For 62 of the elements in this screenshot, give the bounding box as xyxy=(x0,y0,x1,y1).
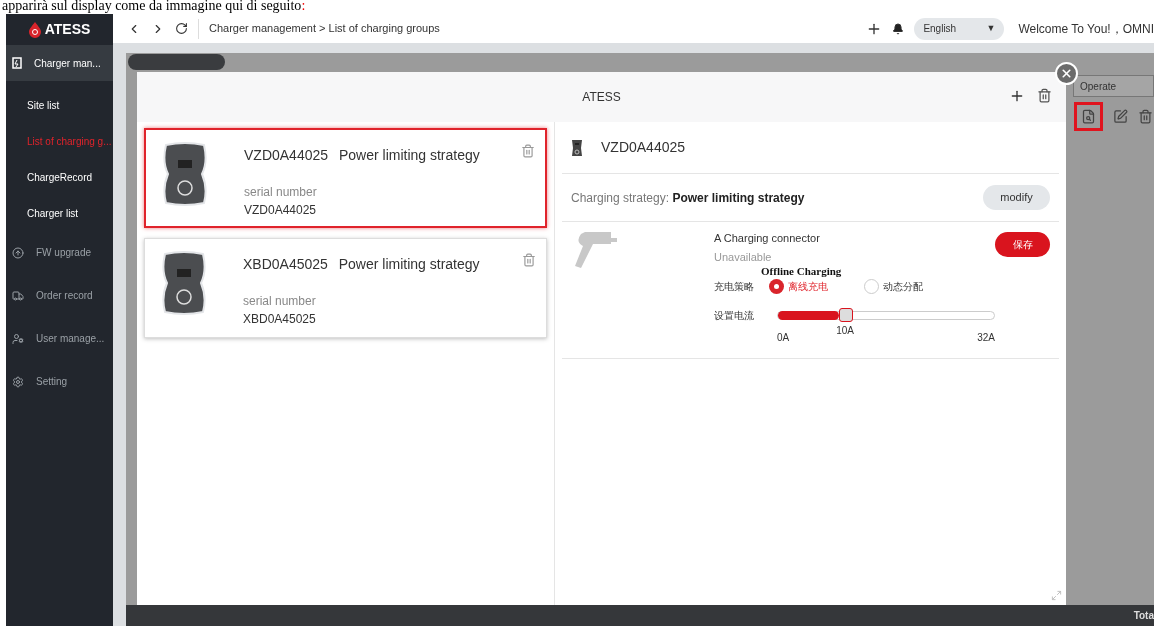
column-header: Operate xyxy=(1073,75,1154,97)
delete-icon[interactable] xyxy=(1037,88,1052,103)
search-field[interactable] xyxy=(128,54,225,70)
slider-thumb[interactable] xyxy=(838,308,853,322)
strategy-label: 充电策略 xyxy=(714,280,755,294)
add-icon[interactable] xyxy=(1009,88,1025,104)
radio-option[interactable]: 离线充电 xyxy=(769,279,864,294)
connector-name: A Charging connector xyxy=(714,231,821,246)
logo-text: ATESS xyxy=(44,20,91,39)
serial-label: serial number xyxy=(243,293,317,310)
view-button[interactable] xyxy=(1074,102,1103,131)
upload-icon xyxy=(12,246,24,259)
nav-item[interactable]: Charger man... xyxy=(6,45,113,81)
serial-label: serial number xyxy=(244,184,318,201)
charger-card[interactable]: XBD0A45025 Power limiting strategy serial number XBD0A45025 xyxy=(144,238,547,338)
radio-option[interactable]: 动态分配 xyxy=(864,279,959,294)
caret-icon: ▼ xyxy=(986,21,996,36)
detail-serial: VZD0A44025 xyxy=(601,138,686,157)
nav-item[interactable]: FW upgrade xyxy=(6,231,113,274)
slider-fill[interactable] xyxy=(778,311,839,320)
charger-title: XBD0A45025 Power limiting strategy xyxy=(243,255,480,274)
welcome-text: Welcome To You!，OMNI xyxy=(1018,20,1154,38)
connector-status: Unavailable xyxy=(714,249,773,265)
nav-subitem[interactable]: ChargeRecord xyxy=(6,159,113,195)
nav-item[interactable]: Setting xyxy=(6,360,113,403)
delete-icon[interactable] xyxy=(522,253,536,267)
serial-value: XBD0A45025 xyxy=(243,311,317,328)
truck-icon xyxy=(12,289,24,302)
charger-icon xyxy=(12,57,22,69)
charger-icon xyxy=(162,142,208,206)
charger-icon xyxy=(571,138,583,157)
charger-title: VZD0A44025 Power limiting strategy xyxy=(244,146,480,165)
delete-icon[interactable] xyxy=(521,144,535,158)
charger-card[interactable]: VZD0A44025 Power limiting strategy serial number VZD0A44025 xyxy=(144,128,547,228)
serial-value: VZD0A44025 xyxy=(244,202,318,219)
delete-icon[interactable] xyxy=(1138,109,1153,124)
min-value: 0A xyxy=(777,331,790,345)
save-button[interactable]: 保存 xyxy=(995,232,1050,257)
charger-icon xyxy=(161,251,207,315)
nav-item[interactable]: User manage... xyxy=(6,317,113,360)
annotation-text: Offline Charging xyxy=(761,265,843,278)
current-value: 10A xyxy=(836,324,854,338)
breadcrumb: Charger management > List of charging groups xyxy=(209,21,440,37)
flame-logo-icon xyxy=(28,21,41,38)
footer-text: Tota xyxy=(1133,609,1154,623)
edit-icon[interactable] xyxy=(1113,109,1128,124)
nav-item[interactable]: Order record xyxy=(6,274,113,317)
nav-subitem[interactable]: Site list xyxy=(6,87,113,123)
gear-icon xyxy=(12,375,24,388)
refresh-icon[interactable] xyxy=(175,22,188,35)
strategy-text: Charging strategy: Power limiting strategy xyxy=(571,189,805,207)
document-text: apparirà sul display come da immagine qui di seguito: xyxy=(1,0,307,14)
modal-title: ATESS xyxy=(582,89,621,106)
view-icon xyxy=(1081,109,1096,124)
max-value: 32A xyxy=(977,331,995,345)
modify-button[interactable]: modify xyxy=(983,185,1050,210)
nav-subitem[interactable]: Charger list xyxy=(6,195,113,231)
language-select[interactable]: English ▼ xyxy=(914,17,1005,40)
close-icon xyxy=(1060,67,1073,80)
current-label: 设置电流 xyxy=(714,309,755,323)
bell-icon[interactable] xyxy=(892,22,905,35)
user-icon xyxy=(12,332,24,345)
